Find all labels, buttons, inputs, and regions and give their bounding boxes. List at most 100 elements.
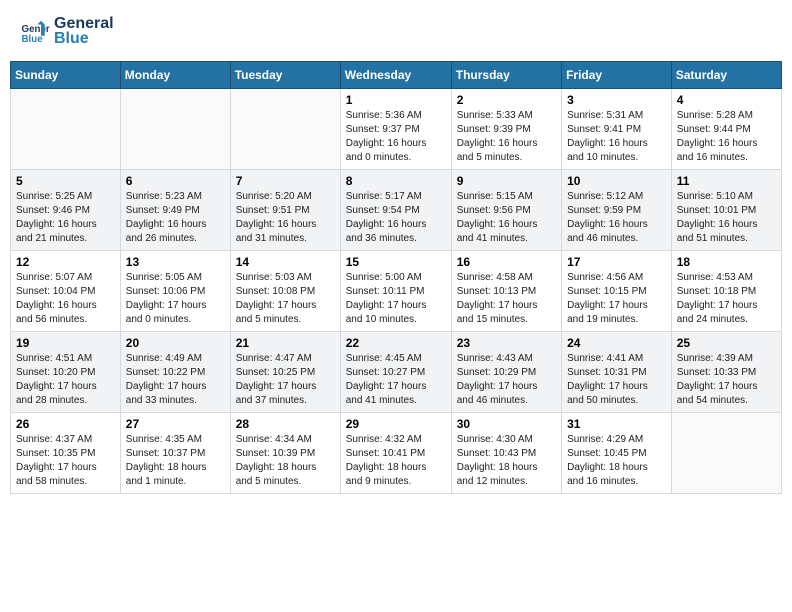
day-number: 15: [346, 255, 446, 269]
day-cell: 14Sunrise: 5:03 AM Sunset: 10:08 PM Dayl…: [230, 251, 340, 332]
day-number: 8: [346, 174, 446, 188]
day-number: 4: [677, 93, 776, 107]
day-cell: 26 Sunrise: 4:37 AM Sunset: 10:35 PM Dayl…: [11, 413, 121, 494]
day-cell: 15Sunrise: 5:00 AM Sunset: 10:11 PM Dayl…: [340, 251, 451, 332]
day-number: 13: [126, 255, 225, 269]
day-number: 27: [126, 417, 225, 431]
day-number: 21: [236, 336, 335, 350]
week-row-1: 5 Sunrise: 5:25 AM Sunset: 9:46 PM Daylig…: [11, 170, 782, 251]
day-info: Sunrise: 5:20 AM Sunset: 9:51 PM Dayligh…: [236, 190, 335, 246]
day-info: Sunrise: 5:15 AM Sunset: 9:56 PM Dayligh…: [457, 190, 556, 246]
day-cell: 13 Sunrise: 5:05 AM Sunset: 10:06 PM Dayl…: [120, 251, 230, 332]
day-info: Sunrise: 5:31 AM Sunset: 9:41 PM Dayligh…: [567, 109, 666, 165]
day-info: Sunrise: 4:51 AM Sunset: 10:20 PM Daylig…: [16, 352, 115, 408]
day-info: Sunrise: 5:05 AM Sunset: 10:06 PM Daylig…: [126, 271, 225, 327]
day-number: 31: [567, 417, 666, 431]
day-cell: 9 Sunrise: 5:15 AM Sunset: 9:56 PM Daylig…: [451, 170, 561, 251]
day-cell: 30 Sunrise: 4:30 AM Sunset: 10:43 PM Dayl…: [451, 413, 561, 494]
day-number: 6: [126, 174, 225, 188]
logo-icon: General Blue: [20, 17, 50, 47]
day-info: Sunrise: 4:29 AM Sunset: 10:45 PM Daylig…: [567, 433, 666, 489]
day-info: Sunrise: 5:23 AM Sunset: 9:49 PM Dayligh…: [126, 190, 225, 246]
day-info: Sunrise: 4:49 AM Sunset: 10:22 PM Daylig…: [126, 352, 225, 408]
day-cell: 3Sunrise: 5:31 AM Sunset: 9:41 PM Daylig…: [562, 89, 672, 170]
header-monday: Monday: [120, 62, 230, 89]
day-info: Sunrise: 4:41 AM Sunset: 10:31 PM Daylig…: [567, 352, 666, 408]
day-info: Sunrise: 4:58 AM Sunset: 10:13 PM Daylig…: [457, 271, 556, 327]
day-cell: 19 Sunrise: 4:51 AM Sunset: 10:20 PM Dayl…: [11, 332, 121, 413]
day-number: 20: [126, 336, 225, 350]
header-saturday: Saturday: [671, 62, 781, 89]
week-row-4: 26 Sunrise: 4:37 AM Sunset: 10:35 PM Dayl…: [11, 413, 782, 494]
logo: General Blue General Blue: [20, 15, 114, 48]
day-cell: 12 Sunrise: 5:07 AM Sunset: 10:04 PM Dayl…: [11, 251, 121, 332]
day-cell: 11 Sunrise: 5:10 AM Sunset: 10:01 PM Dayl…: [671, 170, 781, 251]
day-cell: [230, 89, 340, 170]
day-cell: 10 Sunrise: 5:12 AM Sunset: 9:59 PM Dayli…: [562, 170, 672, 251]
week-row-3: 19 Sunrise: 4:51 AM Sunset: 10:20 PM Dayl…: [11, 332, 782, 413]
day-info: Sunrise: 5:12 AM Sunset: 9:59 PM Dayligh…: [567, 190, 666, 246]
day-cell: 2 Sunrise: 5:33 AM Sunset: 9:39 PM Daylig…: [451, 89, 561, 170]
week-row-2: 12 Sunrise: 5:07 AM Sunset: 10:04 PM Dayl…: [11, 251, 782, 332]
day-number: 11: [677, 174, 776, 188]
day-number: 28: [236, 417, 335, 431]
day-cell: 29Sunrise: 4:32 AM Sunset: 10:41 PM Dayl…: [340, 413, 451, 494]
day-number: 19: [16, 336, 115, 350]
day-number: 17: [567, 255, 666, 269]
day-number: 7: [236, 174, 335, 188]
day-info: Sunrise: 5:33 AM Sunset: 9:39 PM Dayligh…: [457, 109, 556, 165]
day-number: 24: [567, 336, 666, 350]
day-info: Sunrise: 4:34 AM Sunset: 10:39 PM Daylig…: [236, 433, 335, 489]
day-number: 30: [457, 417, 556, 431]
day-number: 12: [16, 255, 115, 269]
header-sunday: Sunday: [11, 62, 121, 89]
day-number: 22: [346, 336, 446, 350]
day-info: Sunrise: 4:37 AM Sunset: 10:35 PM Daylig…: [16, 433, 115, 489]
day-number: 10: [567, 174, 666, 188]
header-row: SundayMondayTuesdayWednesdayThursdayFrid…: [11, 62, 782, 89]
day-number: 26: [16, 417, 115, 431]
day-info: Sunrise: 5:28 AM Sunset: 9:44 PM Dayligh…: [677, 109, 776, 165]
day-info: Sunrise: 4:32 AM Sunset: 10:41 PM Daylig…: [346, 433, 446, 489]
day-info: Sunrise: 4:30 AM Sunset: 10:43 PM Daylig…: [457, 433, 556, 489]
day-cell: 17 Sunrise: 4:56 AM Sunset: 10:15 PM Dayl…: [562, 251, 672, 332]
day-cell: 27Sunrise: 4:35 AM Sunset: 10:37 PM Dayl…: [120, 413, 230, 494]
day-info: Sunrise: 4:45 AM Sunset: 10:27 PM Daylig…: [346, 352, 446, 408]
day-number: 2: [457, 93, 556, 107]
day-cell: 16Sunrise: 4:58 AM Sunset: 10:13 PM Dayl…: [451, 251, 561, 332]
day-cell: [11, 89, 121, 170]
day-info: Sunrise: 5:07 AM Sunset: 10:04 PM Daylig…: [16, 271, 115, 327]
day-number: 25: [677, 336, 776, 350]
header-friday: Friday: [562, 62, 672, 89]
day-cell: 21 Sunrise: 4:47 AM Sunset: 10:25 PM Dayl…: [230, 332, 340, 413]
day-number: 14: [236, 255, 335, 269]
calendar-table: SundayMondayTuesdayWednesdayThursdayFrid…: [10, 61, 782, 494]
day-cell: 7 Sunrise: 5:20 AM Sunset: 9:51 PM Daylig…: [230, 170, 340, 251]
svg-text:Blue: Blue: [22, 33, 44, 44]
day-cell: [120, 89, 230, 170]
day-cell: 25Sunrise: 4:39 AM Sunset: 10:33 PM Dayl…: [671, 332, 781, 413]
day-number: 1: [346, 93, 446, 107]
week-row-0: 1Sunrise: 5:36 AM Sunset: 9:37 PM Daylig…: [11, 89, 782, 170]
day-info: Sunrise: 4:47 AM Sunset: 10:25 PM Daylig…: [236, 352, 335, 408]
day-cell: 1Sunrise: 5:36 AM Sunset: 9:37 PM Daylig…: [340, 89, 451, 170]
day-cell: 28 Sunrise: 4:34 AM Sunset: 10:39 PM Dayl…: [230, 413, 340, 494]
day-cell: 24 Sunrise: 4:41 AM Sunset: 10:31 PM Dayl…: [562, 332, 672, 413]
day-cell: 8 Sunrise: 5:17 AM Sunset: 9:54 PM Daylig…: [340, 170, 451, 251]
day-cell: 4 Sunrise: 5:28 AM Sunset: 9:44 PM Daylig…: [671, 89, 781, 170]
header-thursday: Thursday: [451, 62, 561, 89]
day-cell: 18Sunrise: 4:53 AM Sunset: 10:18 PM Dayl…: [671, 251, 781, 332]
day-number: 5: [16, 174, 115, 188]
page-header: General Blue General Blue: [10, 10, 782, 53]
day-cell: 20 Sunrise: 4:49 AM Sunset: 10:22 PM Dayl…: [120, 332, 230, 413]
day-info: Sunrise: 4:43 AM Sunset: 10:29 PM Daylig…: [457, 352, 556, 408]
day-cell: 23Sunrise: 4:43 AM Sunset: 10:29 PM Dayl…: [451, 332, 561, 413]
day-info: Sunrise: 5:17 AM Sunset: 9:54 PM Dayligh…: [346, 190, 446, 246]
day-number: 18: [677, 255, 776, 269]
day-info: Sunrise: 5:25 AM Sunset: 9:46 PM Dayligh…: [16, 190, 115, 246]
day-info: Sunrise: 5:10 AM Sunset: 10:01 PM Daylig…: [677, 190, 776, 246]
day-cell: [671, 413, 781, 494]
header-tuesday: Tuesday: [230, 62, 340, 89]
day-info: Sunrise: 4:56 AM Sunset: 10:15 PM Daylig…: [567, 271, 666, 327]
day-number: 9: [457, 174, 556, 188]
